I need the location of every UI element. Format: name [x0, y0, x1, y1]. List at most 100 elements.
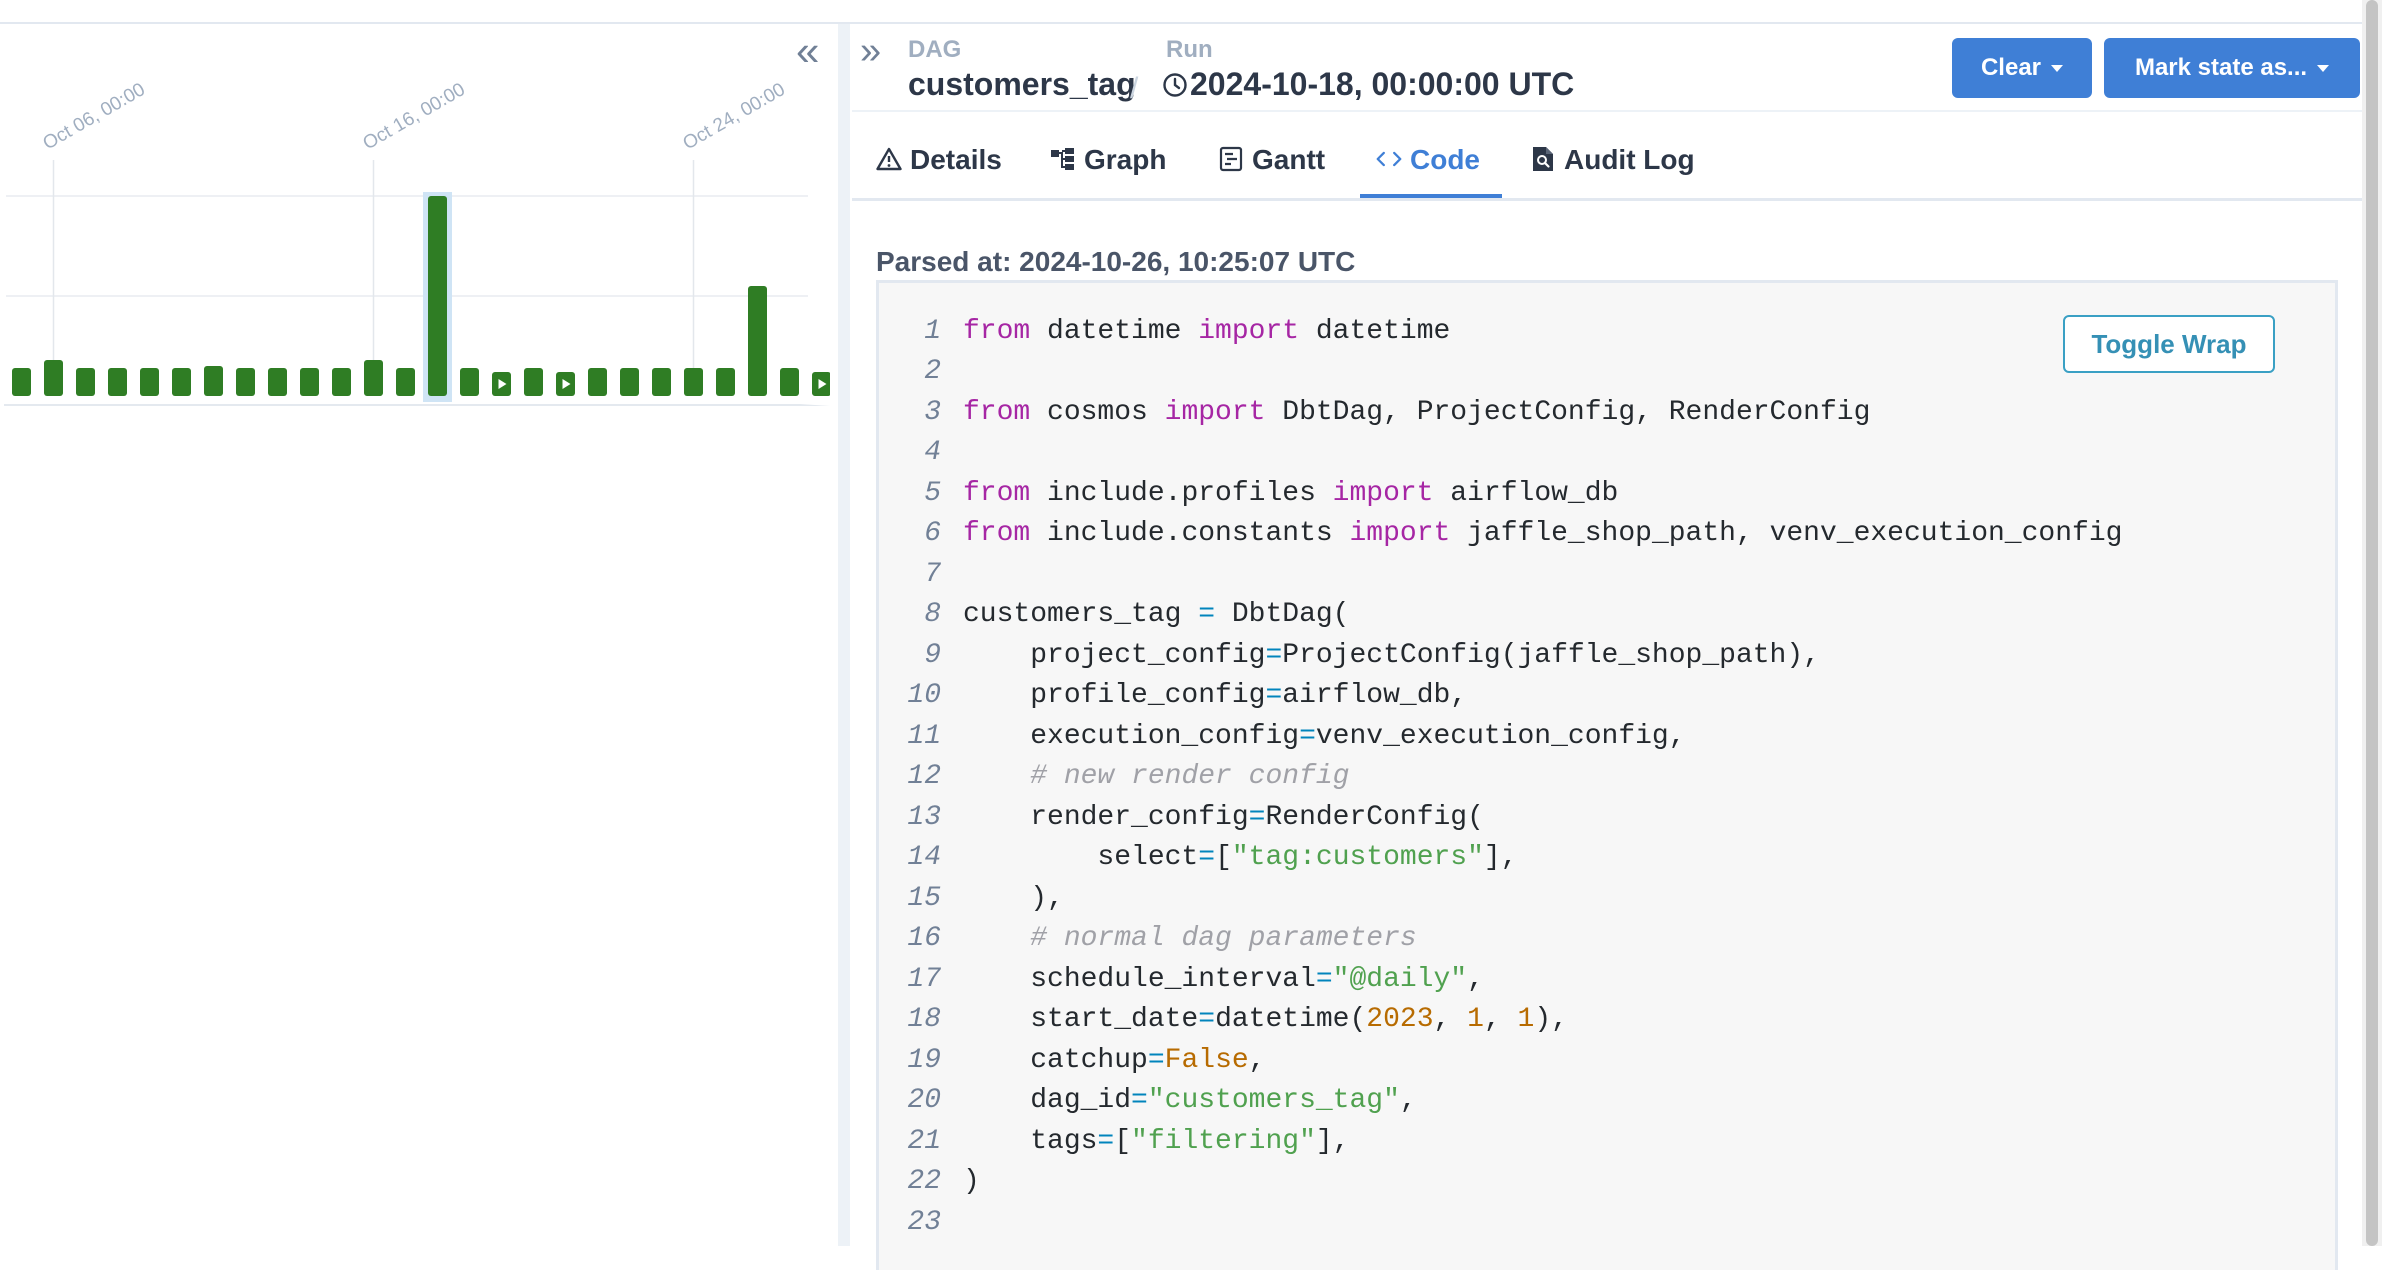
line-number: 19: [907, 1044, 941, 1076]
dag-label: DAG: [908, 36, 962, 63]
run-date: 2024-10-18, 00:00:00 UTC: [1190, 66, 1575, 102]
run-bar[interactable]: [268, 368, 287, 396]
code-line: 17 schedule_interval="@daily",: [879, 959, 2122, 1000]
window-scrollbar-thumb[interactable]: [2366, 0, 2378, 1246]
run-bar[interactable]: [652, 368, 671, 396]
line-number: 1: [924, 315, 941, 347]
toggle-wrap-button[interactable]: Toggle Wrap: [2063, 315, 2275, 373]
breadcrumb-run[interactable]: Run 2024-10-18, 00:00:00 UTC: [1162, 36, 1574, 107]
run-bar[interactable]: [364, 360, 383, 396]
mark-state-button[interactable]: Mark state as...: [2104, 38, 2360, 98]
line-number: 15: [907, 882, 941, 914]
code-line: 18 start_date=datetime(2023, 1, 1),: [879, 1000, 2122, 1041]
code-line: 8 customers_tag = DbtDag(: [879, 595, 2122, 636]
code-line: 15 ),: [879, 878, 2122, 919]
code-line: 19 catchup=False,: [879, 1040, 2122, 1081]
code-line: 14 select=["tag:customers"],: [879, 838, 2122, 879]
x-tick-label: Oct 16, 00:00: [360, 79, 469, 154]
dag-runs-chart: Oct 06, 00:00 Oct 16, 00:00 Oct 24, 00:00: [4, 79, 830, 406]
panel-resize-handle[interactable]: [838, 24, 850, 1246]
run-bar[interactable]: [108, 368, 127, 396]
gantt-icon: [1218, 144, 1244, 174]
code-line: 5 from include.profiles import airflow_db: [879, 473, 2122, 514]
code-line: 11 execution_config=venv_execution_confi…: [879, 716, 2122, 757]
line-number: 21: [907, 1125, 941, 1157]
run-bar[interactable]: [300, 368, 319, 396]
tab-code[interactable]: Code: [1360, 138, 1502, 198]
line-number: 6: [924, 518, 941, 550]
clear-button[interactable]: Clear: [1952, 38, 2092, 98]
code-text: catchup=False,: [963, 1044, 1266, 1076]
code-text: select=["tag:customers"],: [963, 842, 1518, 874]
line-number: 17: [907, 963, 941, 995]
code-icon: [1376, 144, 1402, 174]
x-tick-label: Oct 06, 00:00: [40, 79, 149, 154]
top-border: [0, 0, 2382, 24]
x-tick-label: Oct 24, 00:00: [680, 79, 789, 154]
code-text: render_config=RenderConfig(: [963, 801, 1484, 833]
code-line: 7: [879, 554, 2122, 595]
line-number: 23: [907, 1206, 941, 1238]
code-text: profile_config=airflow_db,: [963, 680, 1468, 712]
code-text: from include.constants import jaffle_sho…: [963, 518, 2123, 550]
run-bar[interactable]: [44, 360, 63, 396]
line-number: 8: [924, 599, 941, 631]
code-text: customers_tag = DbtDag(: [963, 599, 1350, 631]
line-number: 10: [907, 680, 941, 712]
header-divider: [852, 110, 2364, 112]
code-text: schedule_interval="@daily",: [963, 963, 1484, 995]
line-number: 18: [907, 1004, 941, 1036]
tab-gantt[interactable]: Gantt: [1218, 138, 1325, 198]
code-text: from cosmos import DbtDag, ProjectConfig…: [963, 396, 1871, 428]
run-bar[interactable]: [396, 368, 415, 396]
run-bar[interactable]: [12, 368, 31, 396]
run-bar[interactable]: [748, 286, 767, 396]
run-label: Run: [1166, 36, 1213, 63]
run-bar[interactable]: [588, 368, 607, 396]
tab-label: Gantt: [1252, 144, 1326, 175]
dag-id[interactable]: customers_tag: [908, 64, 1136, 104]
graph-icon: [1050, 144, 1076, 174]
code-line: 22): [879, 1162, 2122, 1203]
code-line: 12 # new render config: [879, 757, 2122, 798]
warning-triangle-icon: [876, 144, 902, 174]
run-bar[interactable]: [460, 368, 479, 396]
details-panel: » DAG customers_tag / Run 2024-10-18, 00…: [852, 24, 2382, 1270]
run-bar[interactable]: [716, 368, 735, 396]
run-bar[interactable]: [524, 368, 543, 396]
chevron-down-icon: [2051, 64, 2064, 72]
code-line: 23: [879, 1202, 2122, 1243]
code-viewer[interactable]: 1 from datetime import datetime 2 3 from cos…: [876, 280, 2338, 1270]
parsed-at-text: Parsed at: 2024-10-26, 10:25:07 UTC: [876, 246, 1356, 277]
run-bar[interactable]: [236, 368, 255, 396]
breadcrumb-dag[interactable]: DAG customers_tag: [908, 36, 1136, 104]
code-text: start_date=datetime(2023, 1, 1),: [963, 1004, 1568, 1036]
run-bar[interactable]: [684, 368, 703, 396]
tab-label: Code: [1410, 144, 1480, 175]
run-bar[interactable]: [620, 368, 639, 396]
code-text: ),: [963, 882, 1064, 914]
run-bar[interactable]: [172, 368, 191, 396]
tab-graph[interactable]: Graph: [1050, 138, 1166, 198]
line-number: 9: [924, 639, 941, 671]
run-bar[interactable]: [76, 368, 95, 396]
line-number: 7: [924, 558, 941, 590]
run-bar[interactable]: [780, 368, 799, 396]
line-number: 4: [924, 437, 941, 469]
tab-audit-log[interactable]: Audit Log: [1530, 138, 1695, 198]
tab-details[interactable]: Details: [876, 138, 1002, 198]
code-text: from datetime import datetime: [963, 315, 1451, 347]
tab-label: Graph: [1084, 144, 1167, 175]
expand-panel-icon[interactable]: »: [860, 32, 881, 70]
run-bar[interactable]: [140, 368, 159, 396]
code-line: 13 render_config=RenderConfig(: [879, 797, 2122, 838]
code-line: 9 project_config=ProjectConfig(jaffle_sh…: [879, 635, 2122, 676]
line-number: 5: [924, 477, 941, 509]
run-value[interactable]: 2024-10-18, 00:00:00 UTC: [1162, 64, 1574, 107]
line-number: 22: [907, 1166, 941, 1198]
run-bar[interactable]: [428, 196, 447, 396]
code-line: 16 # normal dag parameters: [879, 919, 2122, 960]
run-bar[interactable]: [332, 368, 351, 396]
run-bar[interactable]: [204, 366, 223, 396]
line-number: 2: [924, 356, 941, 388]
